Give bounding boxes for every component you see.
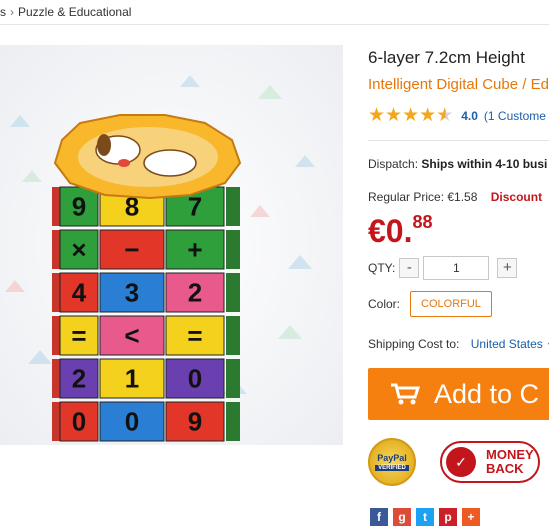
breadcrumb-current-link[interactable]: Puzzle & Educational (18, 5, 131, 19)
shipping-country-select[interactable]: United States (471, 337, 543, 351)
reviews-link[interactable]: (1 Custome (484, 109, 546, 123)
cube-cell-symbol: 9 (72, 192, 86, 222)
cube-cell-symbol: 9 (188, 407, 202, 437)
price-main: €0. (368, 213, 413, 249)
cube-cell-symbol: 0 (125, 407, 139, 437)
shipping-label: Shipping Cost to: (368, 337, 460, 351)
product-rating: ★ ★ ★ ★ ★ 4.0 (1 Custome (368, 106, 546, 125)
cube-cell-symbol: 2 (72, 364, 86, 394)
dog-illustration-tongue (118, 159, 130, 167)
money-back-line1: MONEY (486, 447, 534, 462)
cube-cell-symbol: 1 (125, 364, 139, 394)
cube-row-edge (226, 402, 240, 441)
pinterest-icon[interactable]: p (439, 508, 457, 526)
qty-decrement-button[interactable]: - (399, 258, 420, 278)
product-photo[interactable]: 9 8 7 × − +4 3 2 = < = 2 1 0 0 0 9 (0, 45, 343, 445)
facebook-icon[interactable]: f (370, 508, 388, 526)
product-subtitle: Intelligent Digital Cube / Ed (368, 76, 549, 93)
product-title: 6-layer 7.2cm Height (368, 48, 525, 67)
star-icon: ★ (368, 105, 386, 126)
breadcrumb: s › Puzzle & Educational (0, 0, 549, 25)
sale-price: €0.88 (368, 212, 433, 250)
breadcrumb-prev-link[interactable]: s (0, 5, 6, 19)
cube-cell-symbol: − (124, 235, 139, 265)
qty-increment-button[interactable]: + (497, 258, 518, 278)
regular-price-value: €1.58 (447, 190, 478, 204)
dispatch-value: Ships within 4-10 busi (421, 157, 548, 171)
star-icon: ★ (385, 105, 403, 126)
color-selector: Color: COLORFUL (368, 291, 492, 317)
qty-input[interactable] (423, 256, 490, 280)
paypal-verified-text: VERIFIED (375, 465, 409, 471)
price-cents: 88 (412, 212, 433, 232)
cube-row-edge (226, 187, 240, 226)
dispatch-label: Dispatch: (368, 157, 419, 171)
share-plus-icon[interactable]: + (462, 508, 480, 526)
cube-cell-symbol: = (71, 321, 86, 351)
star-half-icon: ★ (436, 105, 454, 126)
cube-row-edge (226, 316, 240, 355)
discount-label: Discount (490, 190, 543, 204)
paypal-badge-icon: PayPal VERIFIED (368, 438, 416, 486)
regular-price-label: Regular Price: (368, 190, 445, 204)
cube-cell-symbol: 3 (125, 278, 139, 308)
dog-illustration-ear (97, 134, 111, 156)
money-back-badge-icon: ✓ MONEY BACK (440, 441, 540, 483)
cube-row-edge (226, 230, 240, 269)
cube-cell-symbol: 0 (72, 407, 86, 437)
cube-cell-symbol: < (124, 321, 139, 351)
cube-cell-symbol: 4 (72, 278, 87, 308)
shipping-cost: Shipping Cost to: United States ▼ (368, 337, 549, 351)
money-back-line2: BACK (486, 461, 524, 476)
twitter-icon[interactable]: t (416, 508, 434, 526)
divider (368, 140, 549, 141)
cube-cell-symbol: = (187, 321, 202, 351)
cube-cell-symbol: + (187, 235, 202, 265)
breadcrumb-separator: › (10, 5, 14, 19)
dog-illustration-body (143, 149, 197, 177)
guarantee-seal-icon: ✓ (446, 447, 476, 477)
social-share-bar: f g t p + (370, 508, 485, 526)
add-to-cart-label: Add to C (434, 378, 540, 409)
star-icon: ★ (402, 105, 420, 126)
digital-cube-image: 9 8 7× − +4 3 2= < =2 1 00 0 9 (0, 45, 343, 445)
cart-icon (391, 383, 420, 405)
dispatch-info: Dispatch: Ships within 4-10 busi (368, 157, 547, 171)
cube-cell-symbol: 2 (188, 278, 202, 308)
color-option-colorful[interactable]: COLORFUL (410, 291, 492, 317)
regular-price: Regular Price: €1.58 Discount (368, 190, 542, 204)
rating-stars: ★ ★ ★ ★ ★ (368, 106, 453, 125)
color-label: Color: (368, 297, 401, 311)
quantity-stepper: QTY: - + (368, 256, 518, 280)
add-to-cart-button[interactable]: Add to C (368, 368, 549, 420)
rating-score: 4.0 (461, 108, 478, 123)
qty-label: QTY: (368, 261, 396, 275)
cube-cell-symbol: × (71, 235, 86, 265)
cube-row-edge (226, 273, 240, 312)
cube-row-edge (226, 359, 240, 398)
star-icon: ★ (419, 105, 437, 126)
cube-cell-symbol: 0 (188, 364, 202, 394)
paypal-text: PayPal (377, 453, 407, 463)
trust-badges: PayPal VERIFIED ✓ MONEY BACK (368, 438, 540, 486)
google-plus-icon[interactable]: g (393, 508, 411, 526)
